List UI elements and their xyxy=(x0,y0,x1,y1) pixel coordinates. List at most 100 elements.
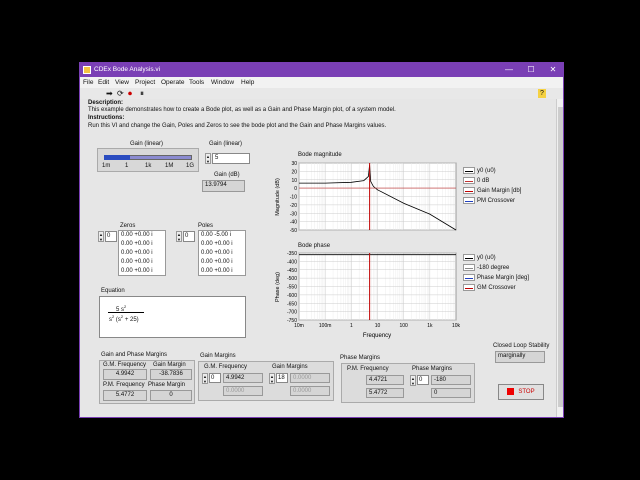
gain-margins-title: Gain Margins xyxy=(200,353,236,359)
legend-entry[interactable]: 0 dB xyxy=(463,177,489,184)
menu-tools[interactable]: Tools xyxy=(189,79,204,86)
minimize-button[interactable]: — xyxy=(498,63,520,77)
gain-margins-element: 0.0000 xyxy=(290,373,330,383)
gain-margins-index-spinner[interactable]: ▲ ▼ xyxy=(269,373,275,384)
gm-frequency-value: 4.9942 xyxy=(103,369,147,380)
pm-frequency-element: 5.4772 xyxy=(366,388,404,398)
gain-slider[interactable]: 1m 1 1k 1M 1G xyxy=(97,148,199,172)
zero-entry[interactable]: 0.00 +0.00 i xyxy=(119,258,165,267)
pole-entry[interactable]: 0.00 +0.00 i xyxy=(199,267,245,276)
x-tick-label: 100m xyxy=(319,323,332,329)
slider-tick: 1M xyxy=(165,163,174,169)
slider-fill xyxy=(104,155,131,160)
phase-margins-index[interactable]: 0 xyxy=(417,375,429,385)
gain-linear-spinner[interactable]: ▲ ▼ xyxy=(205,153,211,164)
legend-swatch xyxy=(463,177,475,184)
zeros-list[interactable]: 0.00 +0.00 i 0.00 +0.00 i 0.00 +0.00 i 0… xyxy=(118,230,166,276)
gain-margins-index[interactable]: 18 xyxy=(276,373,288,383)
gm-frequency-array-label: G.M. Frequency xyxy=(204,364,248,370)
vi-window: CDEx Bode Analysis.vi — ☐ ✕ File Edit Vi… xyxy=(79,62,564,418)
zero-entry[interactable]: 0.00 +0.00 i xyxy=(119,231,165,240)
legend-entry[interactable]: y0 (u0) xyxy=(463,167,496,174)
y-tick-label: -400 xyxy=(287,259,297,265)
legend-entry[interactable]: Phase Margin [deg] xyxy=(463,274,529,281)
y-tick-label: -40 xyxy=(290,220,297,226)
pole-entry[interactable]: 0.00 +0.00 i xyxy=(199,240,245,249)
menu-view[interactable]: View xyxy=(115,79,129,86)
y-tick-label: -10 xyxy=(290,195,297,201)
phase-margins-element: 0 xyxy=(431,388,471,398)
x-tick-label: 1 xyxy=(350,323,353,329)
zero-entry[interactable]: 0.00 +0.00 i xyxy=(119,267,165,276)
gm-frequency-index-spinner[interactable]: ▲ ▼ xyxy=(202,373,208,384)
legend-swatch xyxy=(463,284,475,291)
x-tick-label: 100 xyxy=(399,323,408,329)
y-tick-label: -600 xyxy=(287,293,297,299)
bode-phase-graph[interactable]: -350-400-450-500-550-600-650-700-75010m 1… xyxy=(272,249,462,341)
phase-axis-label: Phase (deg) xyxy=(275,272,281,302)
pole-entry[interactable]: 0.00 +0.00 i xyxy=(199,258,245,267)
menu-file[interactable]: File xyxy=(83,79,93,86)
description-text: This example demonstrates how to create … xyxy=(88,107,396,113)
help-icon[interactable]: ? xyxy=(538,89,546,98)
gain-db-label: Gain (dB) xyxy=(214,172,240,178)
pole-entry[interactable]: 0.00 +0.00 i xyxy=(199,249,245,258)
menu-window[interactable]: Window xyxy=(211,79,234,86)
stop-button[interactable]: STOP xyxy=(498,384,544,400)
stop-label: STOP xyxy=(518,389,535,395)
pm-frequency-array-label: P.M. Frequency xyxy=(347,366,389,372)
legend-entry[interactable]: -180 degree xyxy=(463,264,509,271)
poles-index-spinner[interactable]: ▲ ▼ xyxy=(176,231,182,242)
legend-swatch xyxy=(463,187,475,194)
legend-swatch xyxy=(463,167,475,174)
y-tick-label: -550 xyxy=(287,285,297,291)
x-tick-label: 1k xyxy=(427,323,433,329)
vertical-scrollbar[interactable] xyxy=(556,99,563,417)
y-tick-label: 20 xyxy=(291,169,297,175)
legend-label: 0 dB xyxy=(477,178,490,185)
poles-list[interactable]: 0.00 -5.00 i 0.00 +0.00 i 0.00 +0.00 i 0… xyxy=(198,230,246,276)
legend-entry[interactable]: PM Crossover xyxy=(463,197,515,204)
poles-label: Poles xyxy=(198,223,214,229)
gm-frequency-element: 4.9942 xyxy=(223,373,263,383)
legend-swatch xyxy=(463,274,475,281)
gm-frequency-index[interactable]: 0 xyxy=(209,373,221,383)
close-button[interactable]: ✕ xyxy=(542,63,563,77)
menu-project[interactable]: Project xyxy=(135,79,155,86)
legend-entry[interactable]: GM Crossover xyxy=(463,284,516,291)
phase-margin-value: 0 xyxy=(150,390,192,401)
maximize-button[interactable]: ☐ xyxy=(520,63,542,77)
slider-tick: 1m xyxy=(102,163,111,169)
legend-entry[interactable]: y0 (u0) xyxy=(463,254,496,261)
menu-operate[interactable]: Operate xyxy=(161,79,185,86)
gain-margin-label: Gain Margin xyxy=(153,362,186,368)
menu-help[interactable]: Help xyxy=(241,79,254,86)
zero-entry[interactable]: 0.00 +0.00 i xyxy=(119,240,165,249)
y-tick-label: -350 xyxy=(287,251,297,257)
gain-linear-label: Gain (linear) xyxy=(209,141,243,147)
title-bar: CDEx Bode Analysis.vi — ☐ ✕ xyxy=(80,63,563,77)
menu-edit[interactable]: Edit xyxy=(98,79,109,86)
run-icon[interactable]: ➡ xyxy=(106,89,113,98)
abort-icon[interactable]: ⏺ xyxy=(128,89,132,98)
phase-margins-index-spinner[interactable]: ▲ ▼ xyxy=(410,375,416,386)
poles-index[interactable]: 0 xyxy=(183,231,195,242)
legend-swatch xyxy=(463,197,475,204)
zeros-index-spinner[interactable]: ▲ ▼ xyxy=(98,231,104,242)
slider-tick: 1 xyxy=(125,163,129,169)
bode-magnitude-graph[interactable]: 30 20 10 0 -10 -20 -30 -40 -50 Magnitude (dB) xyxy=(272,159,462,235)
zeros-index[interactable]: 0 xyxy=(105,231,117,242)
scrollbar-thumb[interactable] xyxy=(558,107,563,407)
legend-label: Gain Margin [db] xyxy=(477,188,522,195)
gain-linear-input[interactable]: 5 xyxy=(212,153,250,164)
slider-tick: 1k xyxy=(145,163,152,169)
legend-label: PM Crossover xyxy=(477,198,516,205)
run-continuously-icon[interactable]: ⟳ xyxy=(117,89,124,98)
y-tick-label: 0 xyxy=(294,186,297,192)
pole-entry[interactable]: 0.00 -5.00 i xyxy=(199,231,245,240)
legend-entry[interactable]: Gain Margin [db] xyxy=(463,187,521,194)
y-tick-label: -650 xyxy=(287,301,297,307)
zero-entry[interactable]: 0.00 +0.00 i xyxy=(119,249,165,258)
pause-icon[interactable]: ⏸ xyxy=(140,89,144,98)
y-tick-label: 10 xyxy=(291,178,297,184)
